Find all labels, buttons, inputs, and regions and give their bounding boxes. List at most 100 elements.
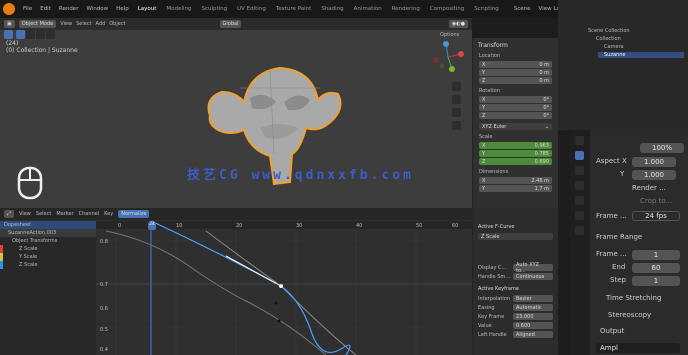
location-x-field[interactable]: X0 m [479,61,552,68]
editor-type-button[interactable]: ⤢ [4,210,15,218]
location-y-field[interactable]: Y0 m [479,69,552,76]
dimension-y-field[interactable]: Y 1.7 m [479,185,552,192]
menu-file[interactable]: File [19,6,36,12]
easing-dropdown[interactable]: Automatic [513,304,553,311]
tab-texture-paint[interactable]: Texture Paint [271,6,317,12]
current-frame-indicator[interactable]: 24 [148,222,156,230]
camera-item[interactable]: Camera [558,42,688,50]
output-tab-icon[interactable] [575,151,584,160]
scale-z-field[interactable]: Z 0.690 [479,158,552,165]
tab-uv-editing[interactable]: UV Editing [232,6,271,12]
graph-marker-menu[interactable]: Marker [56,211,73,217]
scale-x-field[interactable]: X 0.963 [479,142,552,149]
graph-channel-menu[interactable]: Channel [79,211,100,217]
output-header[interactable]: Output [600,327,624,335]
frame-rate-dropdown[interactable]: 24 fps [632,211,680,221]
blender-logo-icon[interactable] [3,3,15,15]
frame-range-header[interactable]: Frame Range [596,233,642,241]
location-z-field[interactable]: Z0 m [479,77,552,84]
display-color-dropdown[interactable]: Auto XYZ to... [513,262,553,274]
rotation-z-field[interactable]: Z 0° [479,112,552,119]
view-menu[interactable]: View [60,21,72,27]
tab-sculpting[interactable]: Sculpting [196,6,232,12]
menu-render[interactable]: Render [55,6,83,12]
handle-smoothing-dropdown[interactable]: Continuous [513,273,553,280]
output-path-field[interactable]: Ampl [596,343,680,353]
key-value-field[interactable]: 0.600 [513,322,553,329]
select-subtract-icon[interactable] [36,30,45,39]
options-button[interactable]: Options [440,32,459,38]
navigation-gizmo[interactable] [428,40,468,74]
editor-type-button[interactable]: ▣ [4,20,15,28]
channel-object-transforms[interactable]: Object Transforms [0,237,96,245]
time-stretching-header[interactable]: Time Stretching [606,294,661,302]
tab-compositing[interactable]: Compositing [425,6,469,12]
transform-header[interactable]: Transform [473,38,558,53]
aspect-x-field[interactable]: 1.000 [632,157,676,167]
channel-x-scale[interactable]: Z Scale [0,245,96,253]
active-keyframe-header[interactable]: Active Keyframe [478,286,553,292]
add-menu[interactable]: Add [96,21,106,27]
graph-select-menu[interactable]: Select [36,211,51,217]
channel-y-scale[interactable]: Y Scale [0,253,96,261]
object-menu[interactable]: Object [109,21,125,27]
tab-animation[interactable]: Animation [349,6,387,12]
scene-collection-item[interactable]: Scene Collection [558,18,688,34]
active-fcurve-header[interactable]: Active F-Curve [478,224,553,230]
tab-rendering[interactable]: Rendering [387,6,425,12]
key-frame-field[interactable]: 23.000 [513,313,553,320]
channel-z-scale[interactable]: Z Scale [0,261,96,269]
channel-action[interactable]: SuzanneAction.003 [0,229,96,237]
object-mode-dropdown[interactable]: Object Mode [18,20,57,28]
world-tab-icon[interactable] [575,181,584,190]
graph-view-menu[interactable]: View [19,211,31,217]
camera-view-icon[interactable] [452,108,461,117]
object-tab-icon[interactable] [575,196,584,205]
render-tab-icon[interactable] [575,136,584,145]
channel-dopesheet[interactable]: Dopesheet [0,221,96,229]
graph-area[interactable] [96,221,472,355]
select-extend-icon[interactable] [26,30,35,39]
pan-hand-icon[interactable] [452,95,461,104]
menu-help[interactable]: Help [112,6,133,12]
scene-tab-icon[interactable] [575,166,584,175]
select-menu[interactable]: Select [76,21,91,27]
fcurve-name-field[interactable]: Z Scale [478,233,553,240]
normalize-toggle[interactable]: Normalize [118,210,150,218]
tab-scripting[interactable]: Scripting [469,6,503,12]
select-box-icon[interactable] [16,30,25,39]
interpolation-dropdown[interactable]: Bezier [513,295,553,302]
frame-step-field[interactable]: 1 [632,276,680,286]
suzanne-item[interactable]: Suzanne [598,52,684,58]
dimension-x-field[interactable]: X 2.46 m [479,177,552,184]
select-tool-icon[interactable] [4,30,13,39]
scale-y-field[interactable]: Y 0.785 [479,150,552,157]
orientation-dropdown[interactable]: Global [219,20,242,28]
tab-shading[interactable]: Shading [316,6,348,12]
modifier-tab-icon[interactable] [575,211,584,220]
left-handle-dropdown[interactable]: Aligned [513,331,553,338]
rotation-x-field[interactable]: X 0° [479,96,552,103]
interpolation-label: Interpolation [478,295,510,302]
collection-item[interactable]: Collection [558,34,688,42]
grid-icon[interactable] [452,121,461,130]
material-tab-icon[interactable] [575,226,584,235]
menu-edit[interactable]: Edit [36,6,55,12]
graph-key-menu[interactable]: Key [104,211,113,217]
render-region-checkbox[interactable]: Render ... [632,184,666,192]
frame-end-field[interactable]: 60 [632,263,680,273]
aspect-y-field[interactable]: 1.000 [632,170,676,180]
rotation-mode-dropdown[interactable]: XYZ Euler ⌄ [479,123,552,130]
stereoscopy-header[interactable]: Stereoscopy [608,311,651,319]
select-invert-icon[interactable] [46,30,55,39]
tab-modeling[interactable]: Modeling [161,6,196,12]
scene-selector[interactable]: Scene [510,6,535,12]
zoom-icon[interactable] [452,82,461,91]
viewport-shading-button[interactable]: ◉◐● [448,20,468,28]
resolution-percent-field[interactable]: 100% [640,143,684,153]
rotation-y-field[interactable]: Y 0° [479,104,552,111]
menu-window[interactable]: Window [82,6,112,12]
frame-start-field[interactable]: 1 [632,250,680,260]
crop-checkbox[interactable]: Crop to... [640,197,672,205]
tab-layout[interactable]: Layout [133,6,162,12]
